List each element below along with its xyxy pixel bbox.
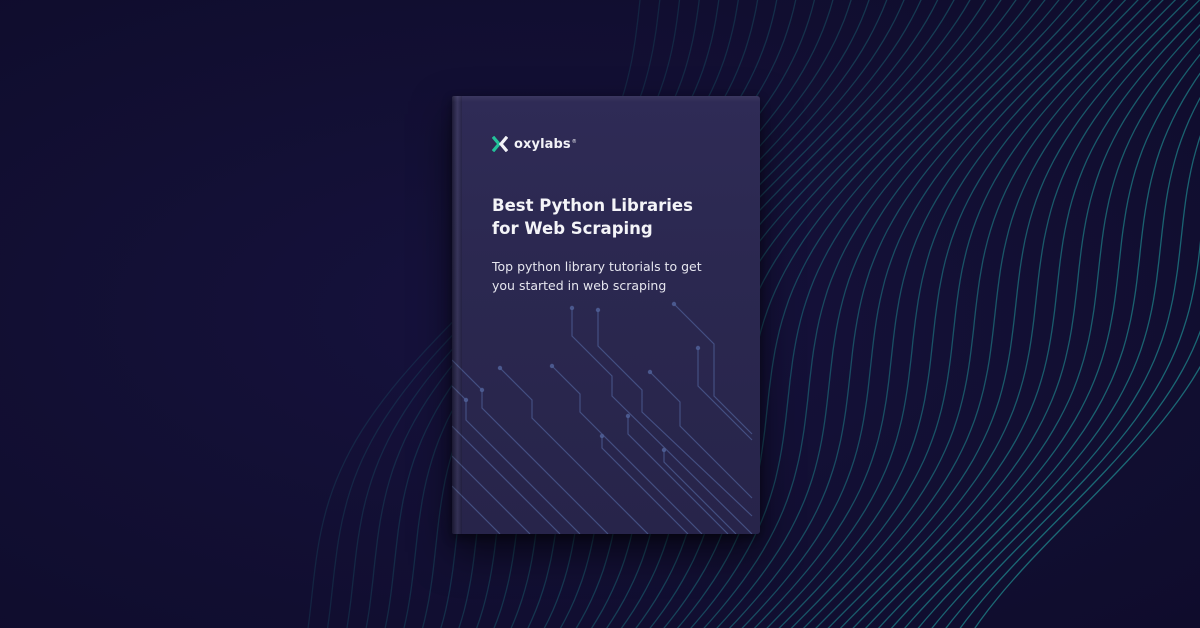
circuit-trace [452, 485, 501, 534]
book-subtitle-line-2: you started in web scraping [492, 278, 667, 293]
circuit-node [661, 447, 667, 453]
book-title: Best Python Libraries for Web Scraping [492, 194, 732, 240]
circuit-node [625, 413, 631, 419]
circuit-trace [673, 303, 753, 435]
wave-line [852, 11, 1200, 628]
circuit-trace [452, 385, 581, 534]
circuit-trace [649, 371, 753, 499]
banner-canvas: oxylabs ® Best Python Libraries for Web … [0, 0, 1200, 628]
circuit-trace [452, 455, 531, 534]
brand-name: oxylabs [514, 136, 571, 152]
book-subtitle: Top python library tutorials to get you … [492, 257, 742, 295]
circuit-trace [551, 365, 703, 534]
circuit-node [569, 305, 575, 311]
circuit-node [695, 345, 701, 351]
circuit-trace [597, 310, 753, 517]
ebook-cover: oxylabs ® Best Python Libraries for Web … [452, 96, 760, 534]
circuit-trace [571, 308, 753, 534]
circuit-node [595, 307, 601, 313]
x-logo-icon [492, 136, 508, 152]
book-title-line-2: for Web Scraping [492, 219, 653, 238]
wave-line [864, 24, 1200, 628]
circuit-node [497, 365, 503, 371]
circuit-node [479, 387, 485, 393]
circuit-trace [452, 425, 561, 534]
circuit-node [647, 369, 653, 375]
circuit-node [463, 397, 469, 403]
circuit-node [549, 363, 555, 369]
registered-mark: ® [571, 139, 577, 145]
circuit-trace [452, 359, 609, 534]
book-subtitle-line-1: Top python library tutorials to get [492, 259, 702, 274]
brand-logo: oxylabs ® [492, 136, 577, 152]
book-title-line-1: Best Python Libraries [492, 196, 693, 215]
circuit-node [599, 433, 605, 439]
circuit-lines-decoration [452, 301, 753, 534]
circuit-node [671, 301, 677, 307]
circuit-trace [499, 367, 649, 534]
